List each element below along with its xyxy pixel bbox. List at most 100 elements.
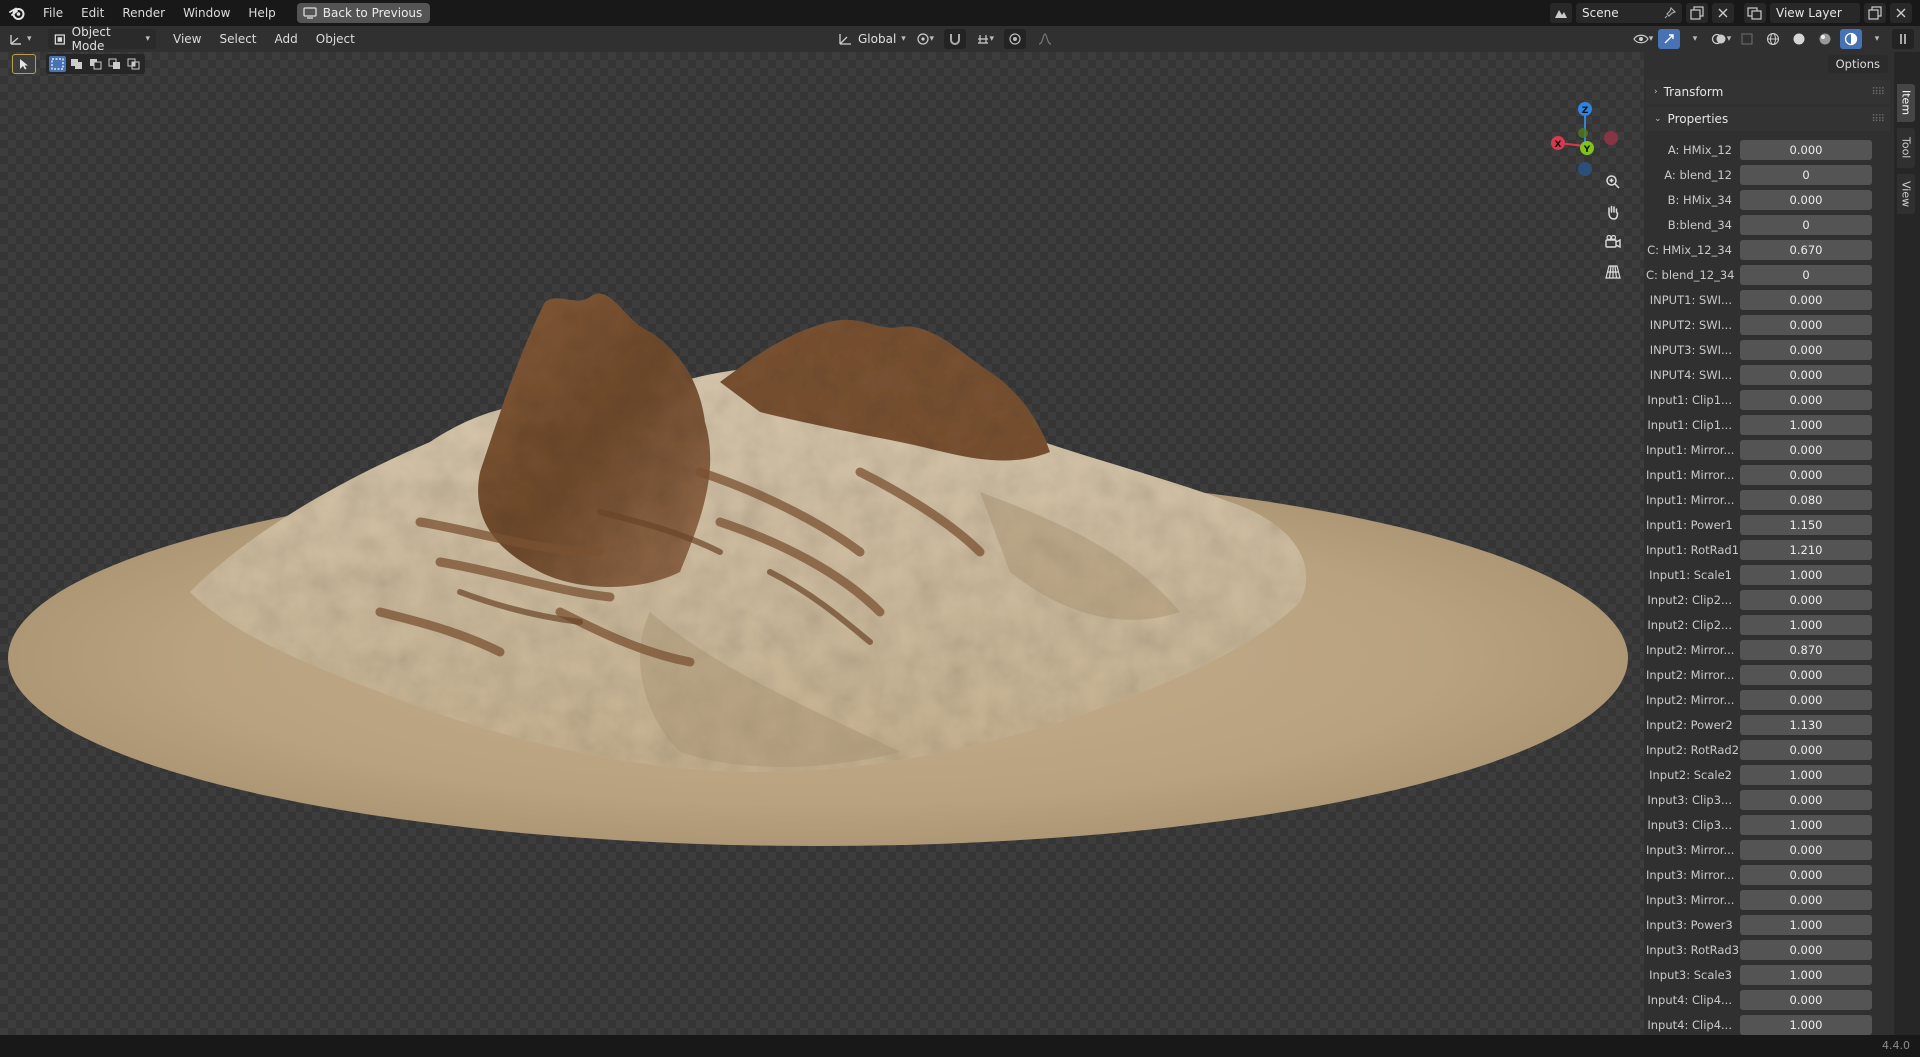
- property-value-field[interactable]: 1.210: [1740, 539, 1872, 560]
- property-value-field[interactable]: 0.000: [1740, 464, 1872, 485]
- blender-logo-icon[interactable]: [0, 0, 34, 26]
- editor-type-selector[interactable]: ▾: [8, 32, 42, 46]
- back-to-previous-button[interactable]: Back to Previous: [296, 3, 431, 23]
- property-value-field[interactable]: 1.130: [1740, 714, 1872, 735]
- property-value-field[interactable]: 1.150: [1740, 514, 1872, 535]
- view-layer-selector-button[interactable]: [1744, 3, 1766, 23]
- shading-wireframe-button[interactable]: [1762, 29, 1784, 49]
- select-new-button[interactable]: [49, 56, 66, 72]
- menu-select[interactable]: Select: [210, 32, 265, 46]
- property-value-field[interactable]: 0.000: [1740, 139, 1872, 160]
- select-intersect-button[interactable]: [125, 56, 142, 72]
- property-value-field[interactable]: 0.000: [1740, 339, 1872, 360]
- property-value-field[interactable]: 0.000: [1740, 189, 1872, 210]
- property-value-field[interactable]: 0.000: [1740, 439, 1872, 460]
- property-value-field[interactable]: 0.000: [1740, 939, 1872, 960]
- proportional-editing-toggle[interactable]: [1003, 29, 1026, 49]
- menu-object[interactable]: Object: [307, 32, 364, 46]
- property-value-field[interactable]: 1.000: [1740, 964, 1872, 985]
- view-layer-name-field[interactable]: View Layer: [1770, 3, 1860, 23]
- select-extend-button[interactable]: [68, 56, 85, 72]
- property-value-field[interactable]: 0.080: [1740, 489, 1872, 510]
- property-value-field[interactable]: 0.000: [1740, 664, 1872, 685]
- shading-rendered-button[interactable]: [1840, 29, 1862, 49]
- properties-panel-header[interactable]: ⌄ Properties ⠿⠿: [1646, 107, 1890, 131]
- property-value-field[interactable]: 0.000: [1740, 989, 1872, 1010]
- delete-view-layer-button[interactable]: [1890, 3, 1912, 23]
- pan-hand-icon[interactable]: [1600, 200, 1626, 224]
- property-value-field[interactable]: 1.000: [1740, 414, 1872, 435]
- zoom-icon[interactable]: [1600, 170, 1626, 194]
- property-value-field[interactable]: 0.000: [1740, 739, 1872, 760]
- pin-icon[interactable]: [1664, 7, 1676, 19]
- new-scene-button[interactable]: [1686, 3, 1708, 23]
- object-visibility-dropdown[interactable]: ▾: [1632, 29, 1654, 49]
- object-mode-dropdown[interactable]: Object Mode ▾: [48, 25, 156, 53]
- property-label: Input3: RotRad3: [1646, 942, 1740, 957]
- pivot-point-dropdown[interactable]: ▾: [914, 29, 936, 49]
- menu-render[interactable]: Render: [113, 0, 174, 26]
- property-value-field[interactable]: 0.870: [1740, 639, 1872, 660]
- perspective-grid-icon[interactable]: [1600, 260, 1626, 284]
- property-value-field[interactable]: 0.000: [1740, 689, 1872, 710]
- menu-edit[interactable]: Edit: [72, 0, 113, 26]
- transform-orientation-dropdown[interactable]: Global ▾: [838, 32, 906, 46]
- show-gizmo-toggle[interactable]: [1658, 29, 1680, 49]
- drag-grip-icon[interactable]: ⠿⠿: [1871, 114, 1885, 125]
- select-tool-button[interactable]: [12, 54, 36, 74]
- property-value-field[interactable]: 1.000: [1740, 914, 1872, 935]
- menu-add[interactable]: Add: [266, 32, 307, 46]
- property-row: INPUT3: SWI... 0.000: [1646, 337, 1890, 362]
- toggle-sidebar-button[interactable]: [1892, 29, 1914, 49]
- property-value-field[interactable]: 0.000: [1740, 839, 1872, 860]
- selection-mode-group: [46, 54, 145, 74]
- property-value-field[interactable]: 1.000: [1740, 814, 1872, 835]
- property-value-field[interactable]: 0.000: [1740, 889, 1872, 910]
- property-value-field[interactable]: 0.000: [1740, 389, 1872, 410]
- tab-view[interactable]: View: [1897, 174, 1915, 214]
- menu-window[interactable]: Window: [174, 0, 239, 26]
- property-value-field[interactable]: 1.000: [1740, 614, 1872, 635]
- delete-scene-button[interactable]: [1712, 3, 1734, 23]
- new-view-layer-button[interactable]: [1864, 3, 1886, 23]
- property-value-field[interactable]: 1.000: [1740, 1014, 1872, 1035]
- menu-help[interactable]: Help: [239, 0, 284, 26]
- scene-selector-button[interactable]: [1550, 3, 1572, 23]
- tab-tool[interactable]: Tool: [1897, 128, 1915, 168]
- property-value-field[interactable]: 0.670: [1740, 239, 1872, 260]
- property-value-field[interactable]: 0: [1740, 214, 1872, 235]
- xray-toggle[interactable]: [1736, 29, 1758, 49]
- options-dropdown[interactable]: Options: [1827, 55, 1888, 73]
- drag-grip-icon[interactable]: ⠿⠿: [1871, 87, 1885, 98]
- property-value-field[interactable]: 0.000: [1740, 364, 1872, 385]
- shading-solid-button[interactable]: [1788, 29, 1810, 49]
- snap-toggle[interactable]: [943, 29, 966, 49]
- transform-panel-header[interactable]: › Transform ⠿⠿: [1646, 80, 1890, 104]
- property-row: Input1: Power1 1.150: [1646, 512, 1890, 537]
- select-subtract-button[interactable]: [87, 56, 104, 72]
- select-difference-button[interactable]: [106, 56, 123, 72]
- shading-material-button[interactable]: [1814, 29, 1836, 49]
- snap-target-dropdown[interactable]: ▾: [974, 29, 996, 49]
- scene-name-field[interactable]: Scene: [1576, 3, 1682, 23]
- gizmo-options-dropdown[interactable]: ▾: [1684, 29, 1706, 49]
- overlays-toggle[interactable]: ▾: [1710, 29, 1732, 49]
- tab-item[interactable]: Item: [1897, 84, 1915, 122]
- property-value-field[interactable]: 0.000: [1740, 789, 1872, 810]
- shading-options-dropdown[interactable]: ▾: [1866, 29, 1888, 49]
- proportional-falloff-dropdown[interactable]: [1034, 29, 1056, 49]
- property-value-field[interactable]: 1.000: [1740, 764, 1872, 785]
- property-value-field[interactable]: 1.000: [1740, 564, 1872, 585]
- menu-file[interactable]: File: [34, 0, 72, 26]
- camera-view-icon[interactable]: [1600, 230, 1626, 254]
- property-label: INPUT4: SWI...: [1649, 367, 1732, 382]
- property-value-field[interactable]: 0.000: [1740, 589, 1872, 610]
- property-value-field[interactable]: 0.000: [1740, 864, 1872, 885]
- chevron-down-icon: ▾: [901, 34, 906, 44]
- property-value-field[interactable]: 0.000: [1740, 289, 1872, 310]
- property-value-field[interactable]: 0.000: [1740, 314, 1872, 335]
- property-value-field[interactable]: 0: [1740, 264, 1872, 285]
- 3d-viewport[interactable]: Z X Y: [0, 52, 1644, 1035]
- property-value-field[interactable]: 0: [1740, 164, 1872, 185]
- menu-view[interactable]: View: [164, 32, 210, 46]
